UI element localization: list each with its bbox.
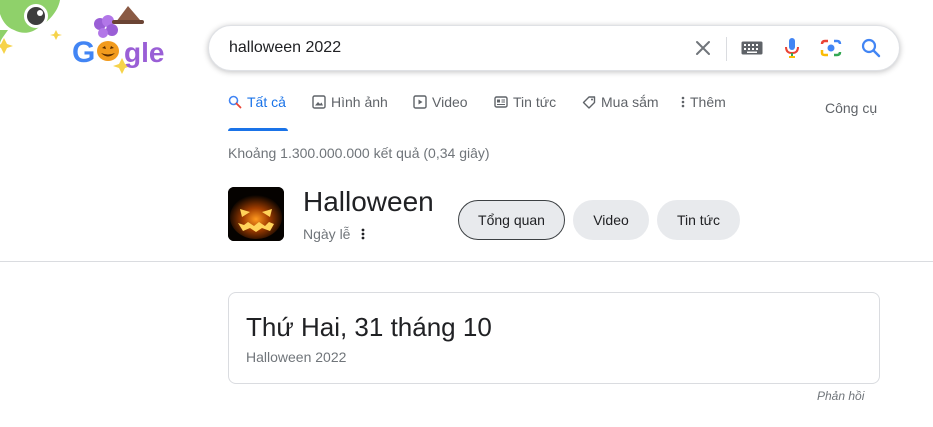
section-divider: [0, 261, 933, 262]
tab-label: Tin tức: [513, 94, 557, 110]
result-stats: Khoảng 1.300.000.000 kết quả (0,34 giây): [228, 145, 490, 161]
more-vert-icon: [680, 95, 686, 109]
more-options-icon[interactable]: [360, 227, 366, 241]
search-input[interactable]: [229, 26, 669, 70]
tab-images[interactable]: Hình ảnh: [312, 94, 388, 130]
chip-overview[interactable]: Tổng quan: [458, 200, 565, 240]
feedback-link[interactable]: Phản hồi: [817, 389, 864, 403]
tab-shopping[interactable]: Mua sắm: [582, 94, 659, 130]
tab-label: Tất cả: [247, 94, 286, 110]
tab-all[interactable]: Tất cả: [228, 94, 286, 130]
tab-news[interactable]: Tin tức: [494, 94, 556, 130]
tab-videos[interactable]: Video: [413, 94, 468, 130]
clear-icon[interactable]: [691, 26, 715, 70]
tab-label: Mua sắm: [601, 94, 659, 110]
google-logo[interactable]: G gle: [0, 0, 170, 80]
tag-icon: [582, 95, 596, 109]
image-icon: [312, 95, 326, 109]
search-icon: [228, 95, 242, 109]
tab-label: Video: [432, 94, 468, 110]
answer-subtitle: Halloween 2022: [246, 349, 347, 365]
video-icon: [413, 95, 427, 109]
microphone-icon[interactable]: [780, 26, 804, 70]
tab-label: Hình ảnh: [331, 94, 388, 110]
entity-title: Halloween: [303, 186, 434, 217]
search-box: [208, 25, 900, 71]
active-tab-indicator: [228, 128, 288, 131]
tab-more[interactable]: Thêm: [680, 94, 726, 130]
entity-subtitle-row: Ngày lễ: [303, 226, 366, 242]
search-submit-icon[interactable]: [859, 26, 883, 70]
news-icon: [494, 95, 508, 109]
chip-news[interactable]: Tin tức: [657, 200, 740, 240]
keyboard-icon[interactable]: [739, 26, 765, 70]
tools-button[interactable]: Công cụ: [825, 100, 877, 116]
svg-text:gle: gle: [124, 37, 164, 68]
svg-text:G: G: [72, 36, 95, 69]
pumpkin-thumbnail[interactable]: [228, 187, 284, 241]
search-divider: [726, 37, 727, 61]
answer-card: Thứ Hai, 31 tháng 10 Halloween 2022: [228, 292, 880, 384]
entity-subtitle: Ngày lễ: [303, 226, 351, 242]
tab-label: Thêm: [690, 94, 726, 110]
camera-lens-icon[interactable]: [818, 26, 844, 70]
answer-date: Thứ Hai, 31 tháng 10: [246, 312, 492, 342]
chip-videos[interactable]: Video: [573, 200, 649, 240]
